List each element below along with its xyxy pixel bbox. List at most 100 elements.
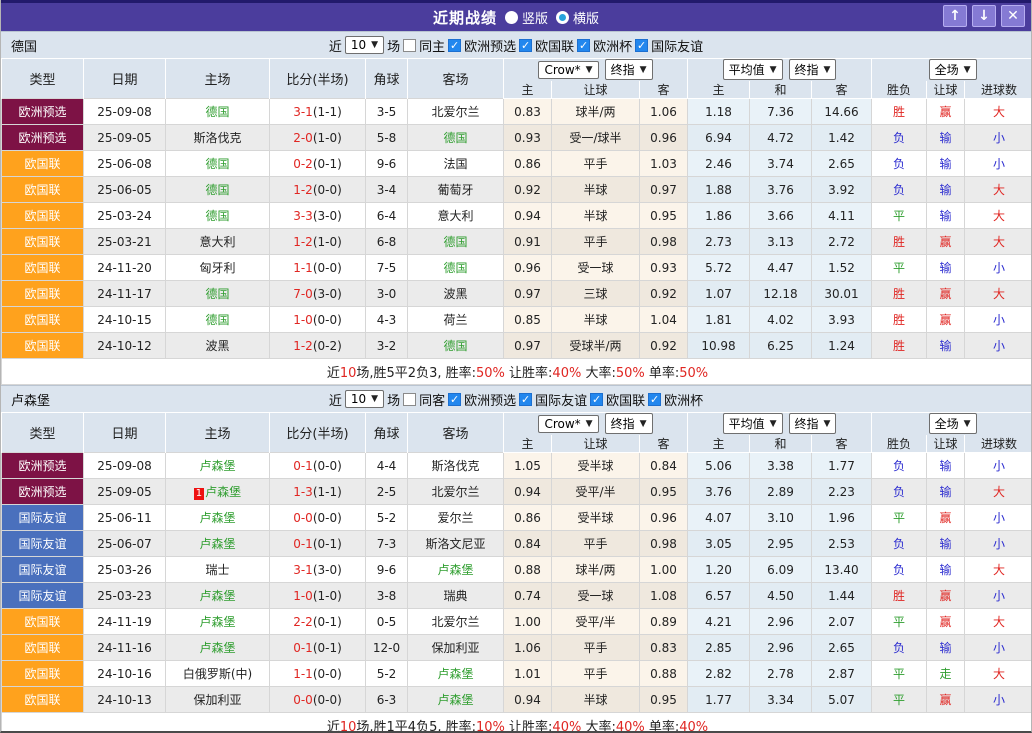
table-row: 国际友谊25-03-26瑞士3-1(3-0)9-6卢森堡0.88球半/两1.00… [2,557,1032,583]
full-time-score: 1-1 [293,667,313,681]
window-title: 近期战绩 [433,7,497,28]
europe-time-select[interactable]: 终指▼ [789,59,837,80]
cell-home-team: 1卢森堡 [166,479,270,505]
cell-handicap-odds: 0.84 [504,531,552,557]
league-type-badge: 欧洲预选 [2,99,84,125]
league-type-badge: 国际友谊 [2,531,84,557]
summary-row: 近10场,胜5平2负3, 胜率:50% 让胜率:40% 大率:50% 单率:50… [2,359,1032,385]
sub-column-header: 和 [750,81,812,99]
chevron-down-icon: ▼ [824,419,831,429]
cell-europe-odds: 1.07 [688,281,750,307]
summary-segment: 10% [476,720,505,733]
home-team-name: 匈牙利 [199,261,235,275]
radio-unselected-icon [505,11,518,24]
cell-home-team: 德国 [166,177,270,203]
full-time-score: 1-0 [293,313,313,327]
layout-radio-vertical[interactable]: 竖版 [505,8,548,27]
cell-handicap-odds: 0.98 [640,229,688,255]
cell-date: 25-06-07 [84,531,166,557]
cell-europe-odds: 14.66 [812,99,872,125]
column-header: 比分(半场) [270,413,366,453]
cell-handicap-odds: 0.92 [640,281,688,307]
cell-handicap-odds: 0.86 [504,505,552,531]
summary-segment: 50% [616,366,645,381]
match-count-select[interactable]: 10▼ [345,390,384,408]
away-team-name: 德国 [443,339,467,353]
cell-home-team: 卢森堡 [166,635,270,661]
cell-result-wdl: 负 [872,479,927,505]
cell-result-goals: 大 [965,99,1032,125]
cell-handicap-odds: 半球 [552,177,640,203]
league-type-badge: 欧国联 [2,203,84,229]
chevron-down-icon: ▼ [770,419,777,429]
cell-handicap-odds: 0.91 [504,229,552,255]
cell-europe-odds: 2.07 [812,609,872,635]
cell-away-team: 卢森堡 [408,661,504,687]
half-time-score: (1-0) [313,131,342,145]
league-checkbox[interactable]: ✓ [635,39,648,52]
full-time-score: 3-1 [293,563,313,577]
odds-source-select[interactable]: Crow*▼ [538,415,598,433]
sub-column-header: 和 [750,435,812,453]
table-row: 欧国联25-03-24德国3-3(3-0)6-4意大利0.94半球0.951.8… [2,203,1032,229]
cell-result-handicap: 赢 [927,307,965,333]
cell-europe-odds: 1.52 [812,255,872,281]
same-venue-checkbox[interactable] [403,39,416,52]
scope-select[interactable]: 全场▼ [929,59,977,80]
cell-result-goals: 大 [965,177,1032,203]
same-venue-label: 同客 [419,390,445,409]
league-checkbox[interactable]: ✓ [519,393,532,406]
league-checkbox[interactable]: ✓ [519,39,532,52]
move-up-button[interactable]: ↑ [943,5,967,27]
chevron-down-icon: ▼ [964,419,971,429]
europe-odds-group: 平均值▼ 终指▼ [688,413,872,435]
cell-europe-odds: 2.53 [812,531,872,557]
close-button[interactable]: ✕ [1001,5,1025,27]
cell-europe-odds: 6.94 [688,125,750,151]
league-checkbox[interactable]: ✓ [590,393,603,406]
layout-radio-horizontal[interactable]: 横版 [556,8,599,27]
cell-handicap-odds: 0.83 [504,99,552,125]
league-checkbox[interactable]: ✓ [448,39,461,52]
half-time-score: (3-0) [313,563,342,577]
cell-date: 24-11-17 [84,281,166,307]
cell-date: 25-03-21 [84,229,166,255]
sub-column-header: 让球 [552,435,640,453]
cell-score: 1-1(0-0) [270,255,366,281]
league-checkbox[interactable]: ✓ [648,393,661,406]
cell-result-handicap: 输 [927,479,965,505]
cell-result-goals: 小 [965,255,1032,281]
move-down-button[interactable]: ↓ [972,5,996,27]
header-dropdown-row: 类型日期主场比分(半场)角球客场Crow*▼终指▼平均值▼终指▼全场▼ [2,59,1032,81]
team-name: 德国 [11,36,37,55]
league-checkbox[interactable]: ✓ [448,393,461,406]
match-count-select[interactable]: 10▼ [345,36,384,54]
cell-handicap-odds: 半球 [552,307,640,333]
filter-bar: 近10▼场同客✓欧洲预选✓国际友谊✓欧国联✓欧洲杯 [329,390,703,409]
odds-time-select[interactable]: 终指▼ [605,413,653,434]
same-venue-checkbox[interactable] [403,393,416,406]
cell-result-wdl: 负 [872,125,927,151]
cell-corners: 4-4 [366,453,408,479]
europe-time-select[interactable]: 终指▼ [789,413,837,434]
sections-container: 德国近10▼场同主✓欧洲预选✓欧国联✓欧洲杯✓国际友谊类型日期主场比分(半场)角… [1,31,1031,733]
header-dropdown-row: 类型日期主场比分(半场)角球客场Crow*▼终指▼平均值▼终指▼全场▼ [2,413,1032,435]
league-type-badge: 国际友谊 [2,583,84,609]
europe-source-select[interactable]: 平均值▼ [723,59,783,80]
full-time-score: 2-2 [293,615,313,629]
away-team-name: 德国 [443,261,467,275]
chevron-down-icon: ▼ [824,65,831,75]
cell-europe-odds: 1.81 [688,307,750,333]
cell-handicap-odds: 0.74 [504,583,552,609]
section-header: 德国近10▼场同主✓欧洲预选✓欧国联✓欧洲杯✓国际友谊 [1,31,1031,58]
cell-date: 25-03-26 [84,557,166,583]
odds-time-select[interactable]: 终指▼ [605,59,653,80]
europe-source-select[interactable]: 平均值▼ [723,413,783,434]
cell-result-wdl: 负 [872,557,927,583]
half-time-score: (0-1) [313,537,342,551]
cell-home-team: 卢森堡 [166,531,270,557]
league-checkbox[interactable]: ✓ [577,39,590,52]
scope-select[interactable]: 全场▼ [929,413,977,434]
cell-result-handicap: 输 [927,531,965,557]
odds-source-select[interactable]: Crow*▼ [538,61,598,79]
